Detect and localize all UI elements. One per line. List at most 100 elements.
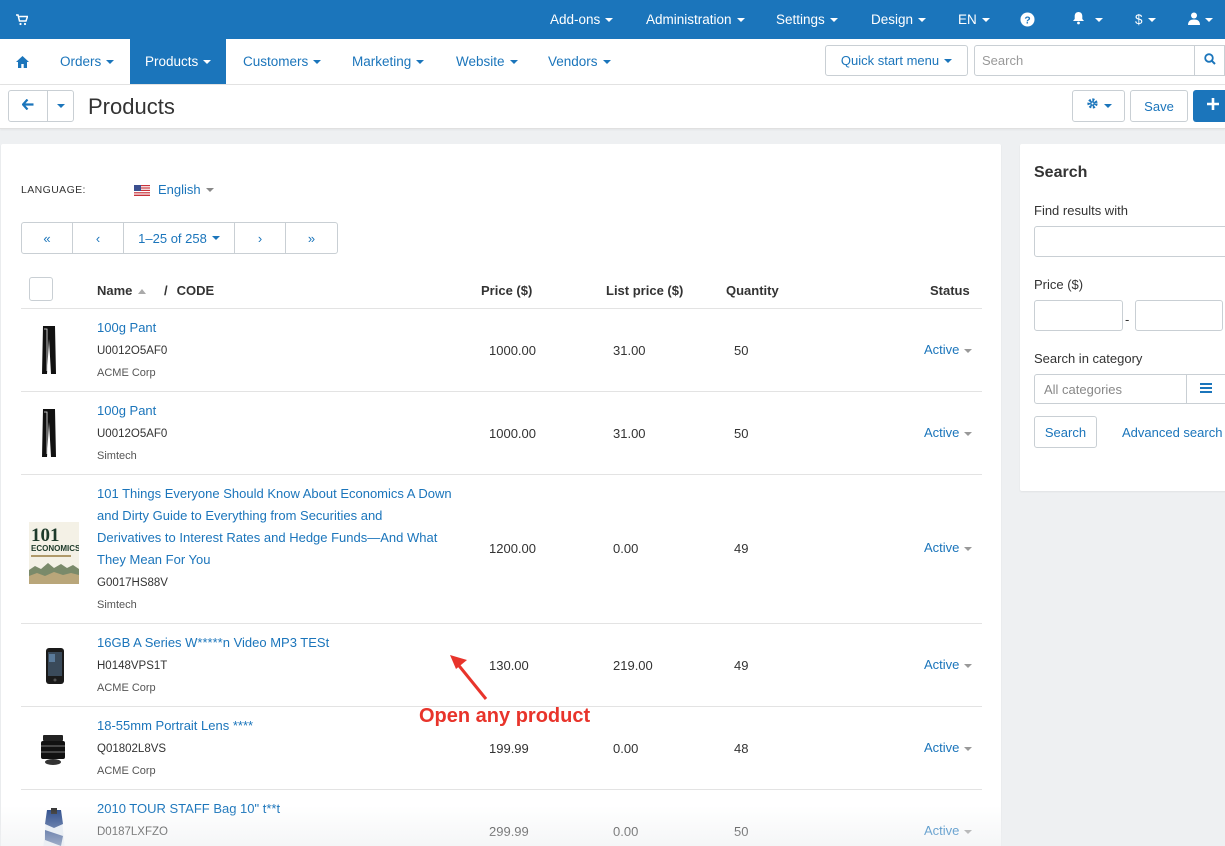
pager-prev-button[interactable]: ‹: [73, 223, 124, 253]
status-dropdown[interactable]: Active: [924, 657, 973, 672]
quantity-value[interactable]: 49: [734, 541, 748, 556]
price-value[interactable]: 1200.00: [489, 541, 536, 556]
page-title: Products: [88, 94, 175, 119]
nav-website[interactable]: Website: [456, 39, 518, 84]
pager-range-select[interactable]: 1–25 of 258: [124, 223, 235, 253]
chevron-down-icon: [964, 348, 973, 353]
topnav-settings[interactable]: Settings: [776, 0, 838, 39]
settings-button[interactable]: [1072, 90, 1125, 122]
price-value[interactable]: 199.99: [489, 741, 529, 756]
product-code: U0012O5AF0: [97, 428, 168, 440]
price-from-input[interactable]: [1034, 300, 1123, 331]
notifications-menu[interactable]: [1072, 0, 1103, 39]
back-dropdown-button[interactable]: [47, 90, 74, 122]
product-thumbnail[interactable]: [41, 735, 65, 770]
quantity-value[interactable]: 49: [734, 658, 748, 673]
list-price-value[interactable]: 0.00: [613, 541, 638, 556]
price-value[interactable]: 1000.00: [489, 426, 536, 441]
search-button[interactable]: [1194, 45, 1225, 76]
nav-vendors[interactable]: Vendors: [548, 39, 611, 84]
select-all-checkbox[interactable]: [29, 277, 53, 301]
table-row[interactable]: 2010 TOUR STAFF Bag 10" t**t D0187LXFZO …: [21, 790, 982, 846]
product-name-link[interactable]: 100g Pant: [97, 400, 156, 422]
sidebar-search-button[interactable]: Search: [1034, 416, 1097, 448]
search-icon: [1203, 52, 1216, 70]
list-price-value[interactable]: 31.00: [613, 343, 646, 358]
price-value[interactable]: 1000.00: [489, 343, 536, 358]
list-price-value[interactable]: 0.00: [613, 824, 638, 839]
topnav-administration[interactable]: Administration: [646, 0, 745, 39]
category-select[interactable]: All categories: [1034, 374, 1187, 404]
arrow-left-icon: [21, 97, 34, 115]
price-to-input[interactable]: [1135, 300, 1223, 331]
table-row[interactable]: 100g Pant U0012O5AF0 ACME Corp 1000.00 3…: [21, 309, 982, 392]
table-row[interactable]: 100g Pant U0012O5AF0 Simtech 1000.00 31.…: [21, 392, 982, 475]
product-name-link[interactable]: 100g Pant: [97, 317, 156, 339]
product-vendor: ACME Corp: [97, 367, 156, 379]
category-picker-button[interactable]: [1186, 374, 1225, 404]
table-header: Name / CODE Price ($) List price ($) Quan…: [21, 269, 982, 309]
quantity-value[interactable]: 48: [734, 741, 748, 756]
product-name-link[interactable]: 16GB A Series W*****n Video MP3 TESt: [97, 632, 329, 654]
topnav-addons[interactable]: Add-ons: [550, 0, 614, 39]
list-price-value[interactable]: 31.00: [613, 426, 646, 441]
status-dropdown[interactable]: Active: [924, 342, 973, 357]
question-circle-icon[interactable]: ?: [1020, 0, 1035, 39]
annotation-text: Open any product: [419, 705, 591, 727]
price-column-header[interactable]: Price ($): [481, 283, 532, 298]
product-code: G0017HS88V: [97, 577, 168, 589]
search-input[interactable]: [974, 45, 1195, 76]
advanced-search-link[interactable]: Advanced search: [1122, 425, 1222, 440]
product-thumbnail[interactable]: 101 ECONOMICS: [29, 522, 81, 589]
find-results-input[interactable]: [1034, 226, 1225, 257]
status-dropdown[interactable]: Active: [924, 740, 973, 755]
chevron-down-icon: [203, 59, 212, 64]
pager-last-button[interactable]: »: [286, 223, 337, 253]
nav-customers[interactable]: Customers: [243, 39, 322, 84]
product-thumbnail[interactable]: [41, 325, 57, 380]
product-thumbnail[interactable]: [39, 808, 69, 846]
nav-orders[interactable]: Orders: [60, 39, 115, 84]
quantity-column-header[interactable]: Quantity: [726, 283, 779, 298]
topnav-language[interactable]: EN: [958, 0, 990, 39]
price-value[interactable]: 299.99: [489, 824, 529, 839]
name-column-header[interactable]: Name / CODE: [97, 283, 214, 298]
status-dropdown[interactable]: Active: [924, 823, 973, 838]
price-value[interactable]: 130.00: [489, 658, 529, 673]
list-price-column-header[interactable]: List price ($): [606, 283, 683, 298]
nav-marketing[interactable]: Marketing: [352, 39, 425, 84]
table-row[interactable]: 101 ECONOMICS 101 Things Everyone Should…: [21, 475, 982, 624]
chevron-down-icon: [56, 104, 65, 108]
add-product-button[interactable]: [1193, 90, 1225, 122]
page-header: Products Save: [0, 85, 1225, 129]
status-dropdown[interactable]: Active: [924, 425, 973, 440]
save-button[interactable]: Save: [1130, 90, 1188, 122]
product-thumbnail[interactable]: [41, 408, 57, 463]
products-panel: LANGUAGE: English « ‹ 1–25 of 258 › » Na…: [1, 144, 1001, 846]
quantity-value[interactable]: 50: [734, 824, 748, 839]
product-vendor: Simtech: [97, 450, 137, 462]
status-column-header[interactable]: Status: [930, 283, 970, 298]
list-price-value[interactable]: 0.00: [613, 741, 638, 756]
language-label: LANGUAGE:: [21, 184, 86, 196]
pager-first-button[interactable]: «: [22, 223, 73, 253]
quantity-value[interactable]: 50: [734, 343, 748, 358]
back-button[interactable]: [8, 90, 48, 122]
nav-products[interactable]: Products: [130, 39, 227, 84]
topnav-design[interactable]: Design: [871, 0, 927, 39]
product-name-link[interactable]: 18-55mm Portrait Lens ****: [97, 715, 253, 737]
user-menu[interactable]: [1188, 0, 1213, 39]
product-name-link[interactable]: 2010 TOUR STAFF Bag 10" t**t: [97, 798, 280, 820]
list-price-value[interactable]: 219.00: [613, 658, 653, 673]
language-select[interactable]: English: [134, 182, 214, 197]
topnav-currency[interactable]: $: [1135, 0, 1156, 39]
home-icon[interactable]: [16, 39, 29, 84]
cart-icon[interactable]: [16, 13, 29, 26]
product-thumbnail[interactable]: [45, 648, 65, 689]
pager-next-button[interactable]: ›: [235, 223, 286, 253]
quick-start-menu-button[interactable]: Quick start menu: [825, 45, 968, 76]
table-row[interactable]: 16GB A Series W*****n Video MP3 TESt H01…: [21, 624, 982, 707]
quantity-value[interactable]: 50: [734, 426, 748, 441]
status-dropdown[interactable]: Active: [924, 540, 973, 555]
product-name-link[interactable]: 101 Things Everyone Should Know About Ec…: [97, 483, 452, 571]
